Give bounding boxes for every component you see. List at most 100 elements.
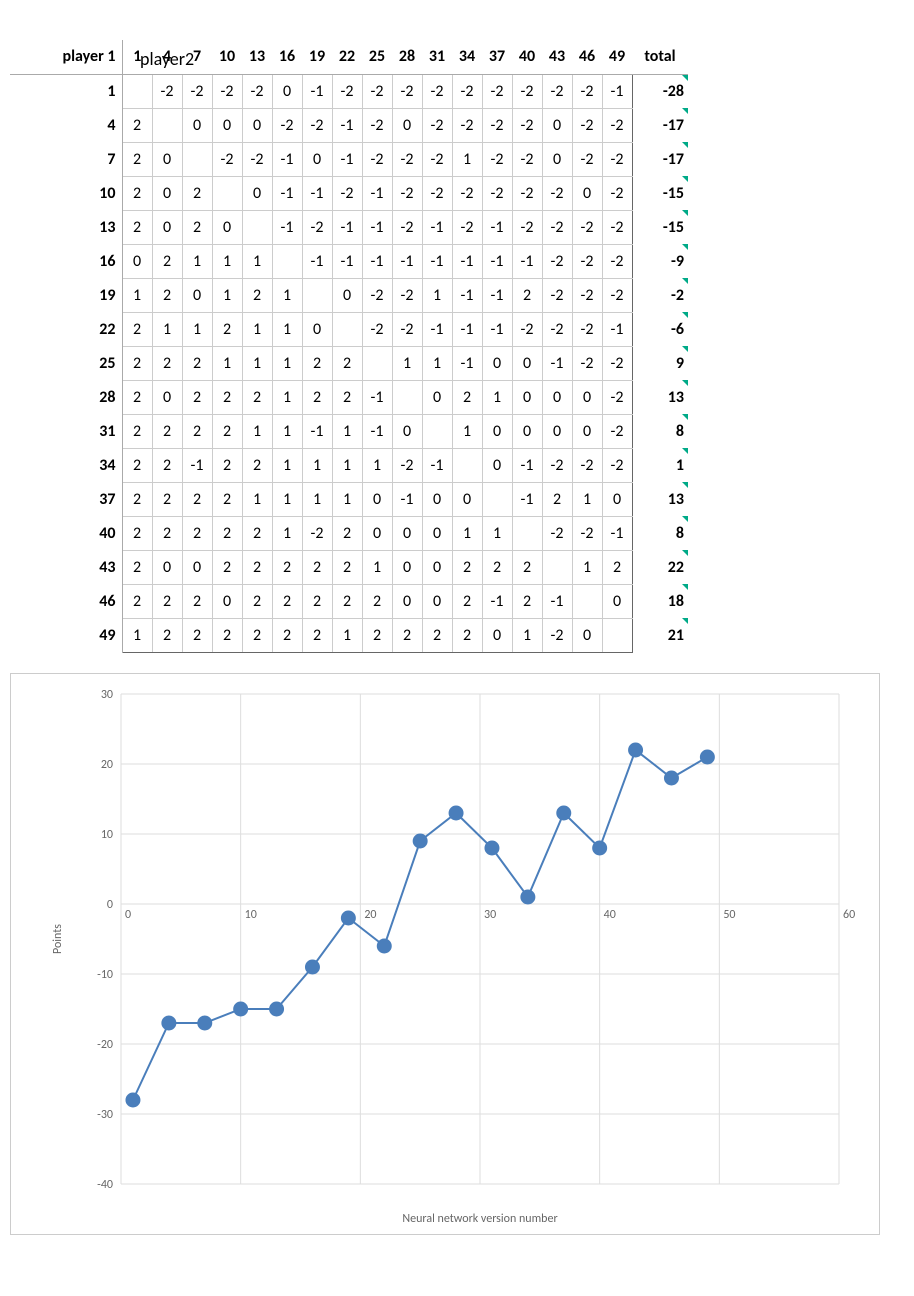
table-row: 43200222221002221222 [10,550,688,584]
svg-text:10: 10 [101,828,113,842]
data-cell: 2 [182,618,212,652]
data-cell: -1 [542,346,572,380]
data-cell: -1 [422,312,452,346]
data-cell: 1 [272,346,302,380]
data-cell: -1 [482,244,512,278]
data-cell: 0 [542,414,572,448]
data-cell: -2 [212,74,242,108]
data-cell: 2 [122,584,152,618]
data-cell: 2 [182,482,212,516]
total-cell: 18 [632,584,688,618]
svg-text:-30: -30 [97,1108,113,1122]
data-cell: -2 [572,278,602,312]
col-header: 37 [482,40,512,74]
data-cell: 1 [152,312,182,346]
total-cell: -9 [632,244,688,278]
svg-text:30: 30 [484,908,496,922]
data-cell: 0 [242,176,272,210]
data-cell: 1 [302,448,332,482]
data-cell: 0 [182,278,212,312]
player1-label: player 1 [10,40,122,74]
data-cell [362,346,392,380]
data-cell: -1 [362,176,392,210]
data-cell: 2 [122,210,152,244]
col-header: 46 [572,40,602,74]
table-row: 3422-1221111-2-10-1-2-2-21 [10,448,688,482]
data-cell: -2 [422,74,452,108]
col-header: 49 [602,40,632,74]
data-cell: -2 [302,108,332,142]
data-cell: 0 [542,380,572,414]
table-row: 1602111-1-1-1-1-1-1-1-1-2-2-2-9 [10,244,688,278]
data-cell: 1 [122,618,152,652]
data-cell: 0 [182,108,212,142]
data-cell: 2 [302,380,332,414]
data-cell: -1 [602,312,632,346]
col-header: 19 [302,40,332,74]
header-row: player 1 1471013161922252831343740434649… [10,40,688,74]
data-cell: -1 [362,380,392,414]
data-cell: -1 [602,74,632,108]
data-cell: -1 [482,278,512,312]
data-cell: 2 [182,516,212,550]
data-cell: -1 [182,448,212,482]
results-table-container: player2 player 1 14710131619222528313437… [10,40,904,653]
svg-text:Points: Points [51,923,65,953]
data-cell: 2 [392,618,422,652]
data-cell: -2 [542,448,572,482]
row-label: 28 [10,380,122,414]
data-cell: -2 [392,210,422,244]
total-cell: 1 [632,448,688,482]
col-header: 10 [212,40,242,74]
data-cell: -1 [482,210,512,244]
col-header: 43 [542,40,572,74]
results-table: player 1 1471013161922252831343740434649… [10,40,688,653]
row-label: 40 [10,516,122,550]
data-cell: -2 [392,312,422,346]
data-cell: 2 [212,516,242,550]
data-cell: -2 [542,618,572,652]
data-cell: 2 [332,550,362,584]
data-cell: -1 [362,210,392,244]
data-cell: 1 [452,516,482,550]
data-cell: -1 [302,176,332,210]
data-cell [422,414,452,448]
data-cell: 0 [572,380,602,414]
data-cell: 2 [512,550,542,584]
data-cell: 0 [422,380,452,414]
data-cell: -2 [392,142,422,176]
data-cell: 2 [122,346,152,380]
data-cell: -2 [362,108,392,142]
data-cell [332,312,362,346]
data-cell: 0 [212,584,242,618]
row-label: 31 [10,414,122,448]
row-label: 46 [10,584,122,618]
data-cell: 0 [602,482,632,516]
data-cell: 1 [362,550,392,584]
data-cell: -1 [602,516,632,550]
data-cell: 2 [152,516,182,550]
data-cell: 0 [152,380,182,414]
row-label: 25 [10,346,122,380]
data-cell: -2 [542,176,572,210]
col-header: 40 [512,40,542,74]
data-cell: 1 [242,482,272,516]
data-cell: 2 [212,618,242,652]
data-cell: -1 [422,244,452,278]
data-cell: 1 [212,278,242,312]
data-cell [242,210,272,244]
table-body: 1-2-2-2-20-1-2-2-2-2-2-2-2-2-2-1-2842000… [10,74,688,652]
data-cell: 1 [272,380,302,414]
row-label: 34 [10,448,122,482]
col-header: total [632,40,688,74]
data-cell: 0 [452,482,482,516]
data-cell: -2 [242,142,272,176]
data-cell: 2 [152,278,182,312]
data-cell: 0 [542,108,572,142]
data-cell: 0 [422,516,452,550]
data-cell: -2 [482,176,512,210]
data-cell: 0 [212,108,242,142]
data-cell: 2 [182,414,212,448]
data-cell: 2 [602,550,632,584]
data-cell: -2 [362,278,392,312]
